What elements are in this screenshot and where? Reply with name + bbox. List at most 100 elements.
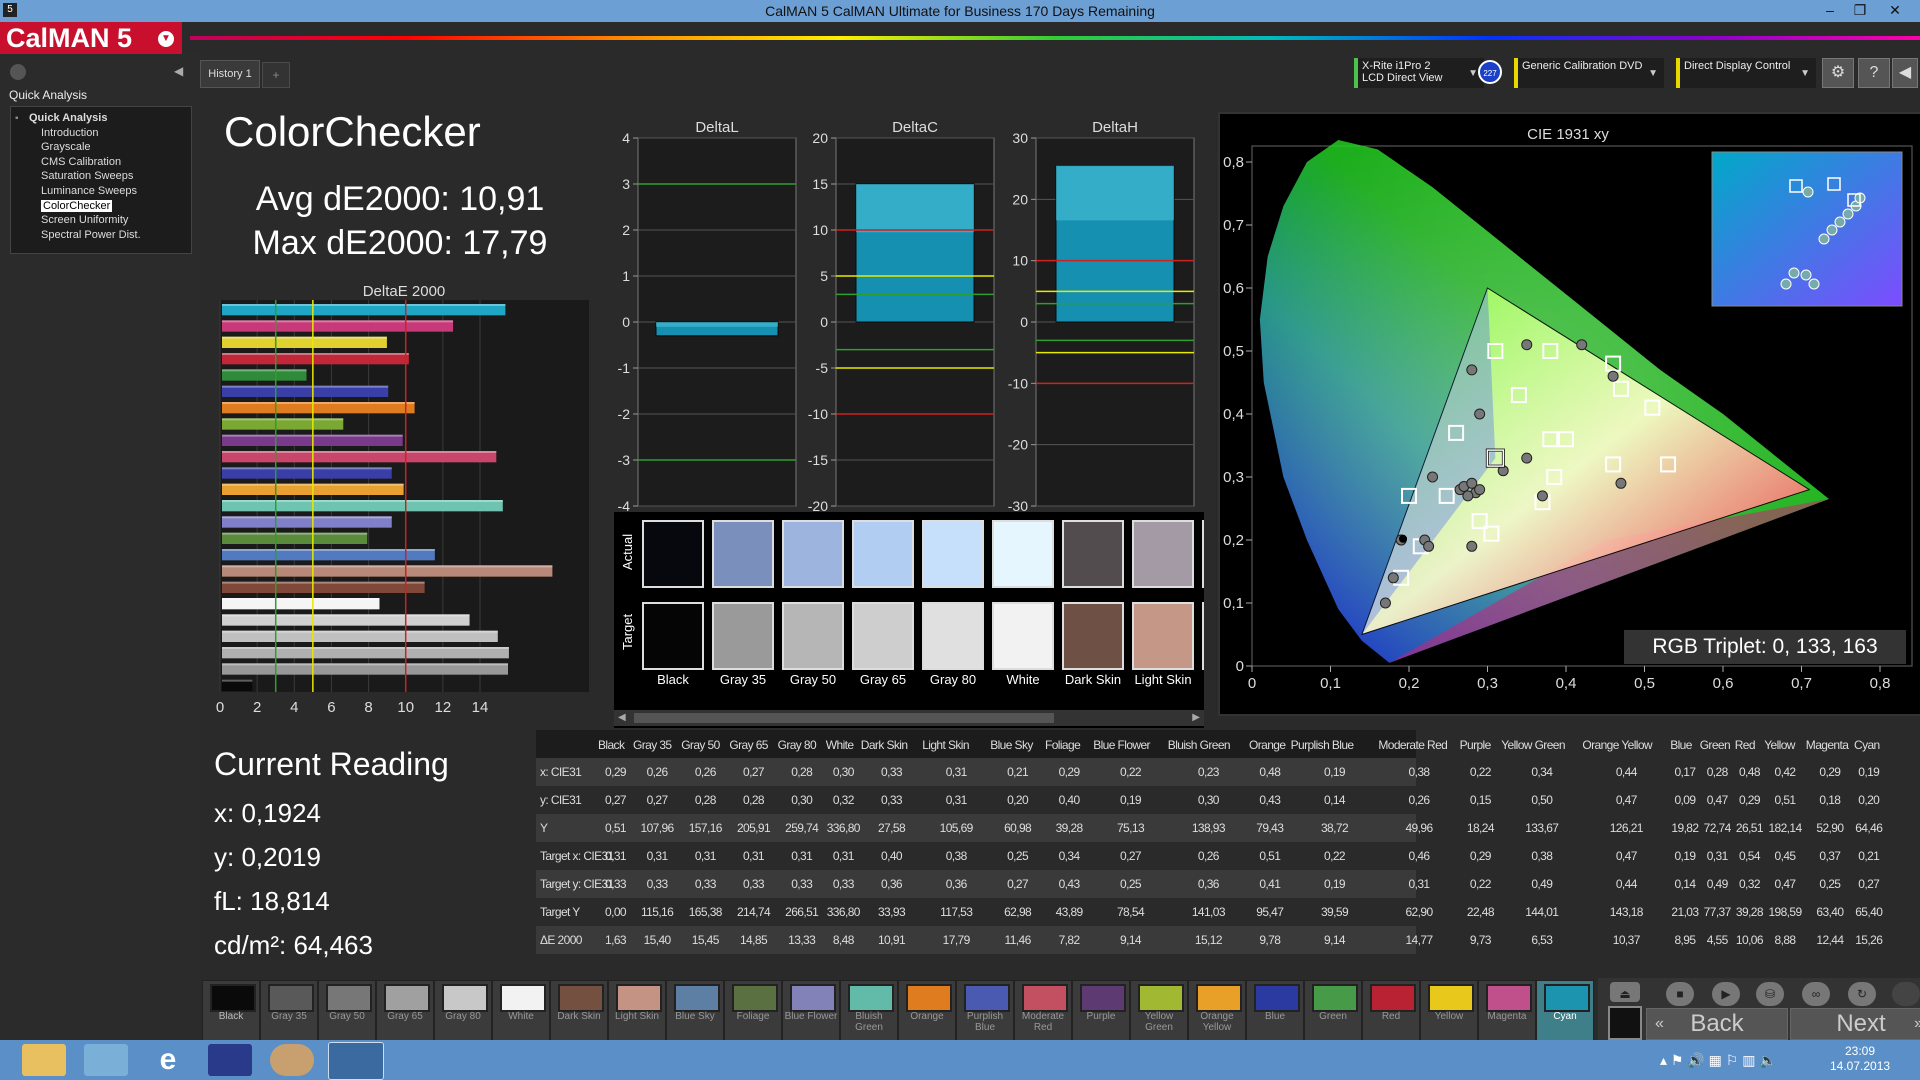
next-button[interactable]: Next » [1790,1008,1920,1040]
sidebar-item-cms-calibration[interactable]: CMS Calibration [41,156,121,168]
table-cell: 39,28 [1735,905,1764,919]
file-explorer-icon[interactable] [22,1044,66,1076]
palette-item[interactable]: Yellow [1420,980,1478,1042]
palette-item[interactable]: Orange Yellow [1188,980,1246,1042]
add-tab-icon[interactable]: + [262,62,290,88]
collapse-left-icon[interactable]: ◀ [174,64,183,78]
palette-item[interactable]: Black [202,980,260,1042]
palette-item[interactable]: Cyan [1536,980,1594,1042]
table-cell: 77,37 [1703,905,1732,919]
back-button[interactable]: « Back [1646,1008,1788,1040]
loop-icon[interactable]: ∞ [1802,982,1830,1006]
palette-label: Gray 35 [271,1011,307,1022]
palette-item[interactable]: Gray 80 [434,980,492,1042]
sidebar-item-colorchecker[interactable]: ColorChecker [41,200,113,212]
tab-history-1[interactable]: History 1 [200,60,260,88]
table-cell: 0,19 [1674,849,1696,863]
minimize-icon[interactable]: – [1815,0,1845,22]
collapse-right-icon[interactable]: ◀ [1892,58,1918,88]
table-cell: 0,22 [1324,849,1346,863]
sidebar-item-introduction[interactable]: Introduction [41,127,98,139]
deltae-bar-highlight [222,598,380,600]
play-icon[interactable]: ▶ [1712,982,1740,1006]
sidebar-item-saturation-sweeps[interactable]: Saturation Sweeps [41,170,133,182]
equalizer-app-icon[interactable] [208,1044,252,1076]
internet-explorer-icon[interactable]: e [146,1044,190,1076]
sidebar-item-grayscale[interactable]: Grayscale [41,141,91,153]
scroll-thumb[interactable] [634,713,1054,723]
eject-icon[interactable]: ⏏ [1610,982,1640,1002]
calman-logo-button[interactable]: CalMAN 5 ▼ [0,22,182,54]
table-column-header: Blue Sky [990,738,1033,752]
table-cell: 105,69 [939,821,974,835]
palette-item[interactable]: Purplish Blue [956,980,1014,1042]
paint-icon[interactable] [270,1044,314,1076]
record-icon[interactable] [1892,982,1920,1006]
table-cell: 43,89 [1055,905,1084,919]
palette-item[interactable]: Blue Sky [666,980,724,1042]
palette-item[interactable]: White [492,980,550,1042]
tree-group[interactable]: Quick Analysis [29,112,107,124]
meter-badge[interactable]: 227 [1478,60,1502,84]
reading-x: x: 0,1924 [214,798,321,828]
table-cell: 60,98 [1004,821,1032,835]
swatch-label: Gray 80 [929,672,977,687]
actual-swatch-partial [1202,520,1204,588]
swatch-strip: Actual Target Black Gray 35 Gray 50 Gray 65… [614,512,1204,728]
palette-chip [1022,984,1068,1012]
display-selector[interactable]: Direct Display Control ▼ [1676,58,1816,88]
refresh-icon[interactable]: ↻ [1848,982,1876,1006]
palette-item[interactable]: Gray 65 [376,980,434,1042]
palette-chip [384,984,430,1012]
scroll-right-icon[interactable]: ▶ [1192,712,1200,723]
palette-item[interactable]: Purple [1072,980,1130,1042]
palette-item[interactable]: Bluish Green [840,980,898,1042]
palette-item[interactable]: Blue [1246,980,1304,1042]
palette-item[interactable]: Orange [898,980,956,1042]
settings-dot-icon[interactable] [10,64,26,80]
table-cell: 133,67 [1525,821,1559,835]
scroll-left-icon[interactable]: ◀ [618,712,626,723]
palette-item[interactable]: Green [1304,980,1362,1042]
control-panel-icon[interactable] [84,1044,128,1076]
table-cell: 39,28 [1055,821,1084,835]
palette-item[interactable]: Blue Flower [782,980,840,1042]
sidebar-item-screen-uniformity[interactable]: Screen Uniformity [41,214,128,226]
meter-selector[interactable]: X-Rite i1Pro 2 LCD Direct View ▼ [1354,58,1484,88]
maximize-icon[interactable]: ❐ [1845,0,1875,22]
expand-icon[interactable]: ▪ [15,113,19,124]
palette-item[interactable]: Dark Skin [550,980,608,1042]
palette-item[interactable]: Yellow Green [1130,980,1188,1042]
stop-icon[interactable]: ■ [1666,982,1694,1006]
taskbar-clock[interactable]: 23:09 14.07.2013 [1830,1044,1890,1074]
palette-item[interactable]: Light Skin [608,980,666,1042]
tray-icons[interactable]: ▴ ⚑ 🔊 ▦ ⚐ ▥ 🔈 [1660,1052,1777,1069]
rgb-triplet: RGB Triplet: 0, 133, 163 [1624,630,1906,664]
table-cell: 0,32 [832,793,855,807]
palette-item[interactable]: Gray 35 [260,980,318,1042]
palette-item[interactable]: Gray 50 [318,980,376,1042]
source-selector[interactable]: Generic Calibration DVD ▼ [1514,58,1664,88]
stop-measure-icon[interactable] [1608,1006,1642,1040]
save-icon[interactable]: ⛁ [1756,982,1784,1006]
help-icon[interactable]: ? [1858,58,1890,88]
sidebar-item-spectral-power[interactable]: Spectral Power Dist. [41,229,141,241]
table-cell: 0,26 [1408,793,1431,807]
chevron-right-icon: » [1914,1009,1920,1039]
swatch-scrollbar[interactable]: ◀ ▶ [614,710,1204,726]
delta-lch-charts: DeltaL43210-1-2-3-4DeltaC20151050-5-10-1… [618,119,1195,514]
palette-item[interactable]: Moderate Red [1014,980,1072,1042]
calman-taskbar-icon[interactable] [328,1042,384,1080]
palette-item[interactable]: Red [1362,980,1420,1042]
palette-item[interactable]: Magenta [1478,980,1536,1042]
gear-icon[interactable]: ⚙ [1822,58,1854,88]
table-cell: 10,91 [877,933,906,947]
deltae-tick-label: 2 [253,699,261,716]
close-icon[interactable]: ✕ [1880,0,1910,22]
deltae-tick-label: 6 [327,699,335,716]
table-cell: 0,37 [1819,849,1841,863]
table-cell: 9,14 [1120,933,1142,947]
sidebar-item-luminance-sweeps[interactable]: Luminance Sweeps [41,185,137,197]
row-label: y: CIE31 [540,793,582,807]
palette-item[interactable]: Foliage [724,980,782,1042]
